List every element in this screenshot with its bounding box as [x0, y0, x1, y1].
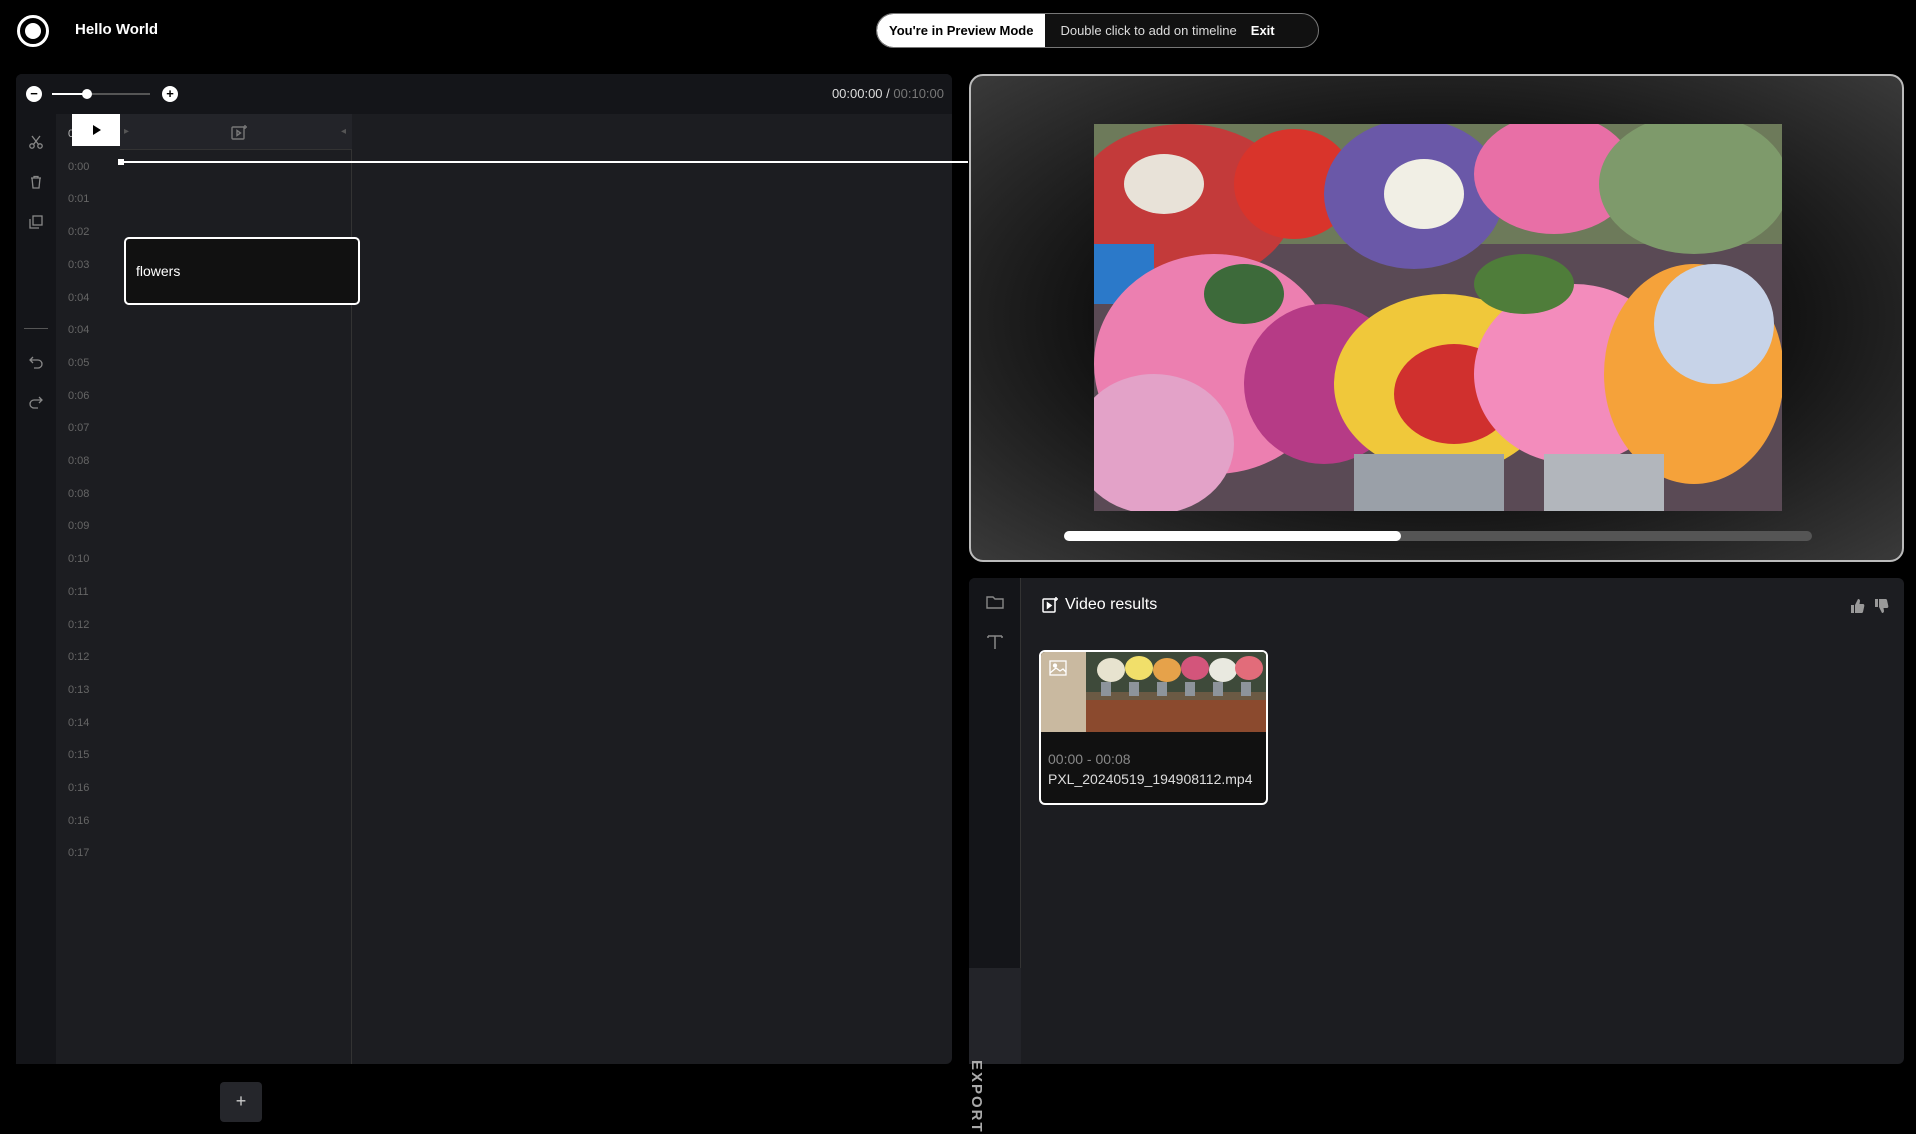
ruler-tick: 0:16 [68, 814, 90, 827]
ruler-tick: 0:12 [68, 651, 90, 664]
ruler-tick: 0:12 [68, 618, 90, 631]
result-thumbnail [1041, 652, 1266, 732]
ruler-tick: 0:13 [68, 683, 90, 696]
redo-icon[interactable] [28, 394, 44, 410]
preview-mode-label: You're in Preview Mode [877, 14, 1046, 47]
ruler-tick: 0:01 [68, 193, 90, 206]
zoom-slider[interactable] [52, 89, 150, 99]
result-filename: PXL_20240519_194908112.mp4 [1048, 771, 1253, 787]
track-header: ▸ ◂ [120, 114, 352, 150]
current-time: 00:00:00 [831, 86, 883, 101]
image-icon [1049, 660, 1067, 676]
scissors-icon[interactable] [28, 134, 44, 150]
time-separator: / [882, 86, 894, 101]
ruler-tick: 0:04 [68, 324, 90, 337]
video-results-icon [1042, 597, 1058, 613]
playhead-line[interactable] [120, 161, 968, 163]
top-bar: Hello World You're in Preview Mode Doubl… [0, 0, 1916, 60]
timeline-toolbar: − + 00:00:00 / 00:10:00 [16, 74, 952, 114]
logo-icon[interactable] [17, 15, 49, 47]
duplicate-icon[interactable] [28, 214, 44, 230]
results-sidebar: EXPORT [968, 578, 1021, 1134]
ruler-tick: 0:10 [68, 553, 90, 566]
playhead-handle[interactable] [118, 159, 124, 165]
ruler-tick: 0:09 [68, 520, 90, 533]
thumbs-up-icon[interactable] [1849, 598, 1865, 614]
result-time-range: 00:00 - 00:08 [1048, 751, 1131, 767]
results-panel: EXPORT Video results 00:00 - 00:08 PXL_2… [968, 578, 1904, 1134]
zoom-out-button[interactable]: − [26, 86, 42, 102]
ruler-tick: 0:08 [68, 455, 90, 467]
ruler-tick: 0:03 [68, 258, 90, 271]
results-title-text: Video results [1065, 596, 1158, 613]
timeline-clip[interactable]: flowers [124, 237, 360, 305]
undo-icon[interactable] [28, 354, 44, 370]
thumbs-down-icon[interactable] [1873, 598, 1889, 614]
ruler-tick: 0:14 [68, 716, 90, 729]
playback-progress-fill [1064, 531, 1401, 541]
video-add-icon[interactable] [230, 124, 248, 142]
ruler-tick: 0:08 [68, 487, 90, 500]
ruler-tick: 0:17 [68, 847, 90, 860]
time-ruler[interactable]: 0:000:000:010:020:030:040:040:050:060:07… [56, 114, 100, 1064]
ruler-tick: 0:00 [68, 160, 90, 173]
exit-preview-button[interactable]: Exit [1251, 23, 1285, 38]
chevron-left-icon[interactable]: ◂ [341, 126, 346, 137]
video-preview-player[interactable] [969, 74, 1904, 562]
timeline-tools [16, 114, 56, 1064]
chevron-right-icon[interactable]: ▸ [124, 126, 129, 137]
tool-divider [24, 328, 48, 329]
ruler-tick: 0:07 [68, 422, 90, 435]
ruler-tick: 0:02 [68, 226, 90, 239]
trash-icon[interactable] [28, 174, 44, 190]
total-time: 00:10:00 [893, 86, 944, 101]
preview-mode-banner: You're in Preview Mode Double click to a… [876, 13, 1319, 48]
playback-progress-bar[interactable] [1064, 531, 1812, 541]
ruler-tick: 0:05 [68, 356, 90, 369]
play-button[interactable] [72, 114, 120, 146]
zoom-in-button[interactable]: + [162, 86, 178, 102]
timeline-panel: − + 00:00:00 / 00:10:00 0:000:000:010:02… [16, 74, 968, 1122]
ruler-tick: 0:15 [68, 749, 90, 762]
video-result-card[interactable]: 00:00 - 00:08 PXL_20240519_194908112.mp4 [1039, 650, 1268, 805]
add-track-button[interactable]: + [220, 1082, 262, 1122]
export-label: EXPORT [968, 1060, 985, 1134]
project-title[interactable]: Hello World [75, 21, 158, 38]
zoom-slider-handle[interactable] [82, 89, 93, 99]
results-title: Video results [1041, 596, 1157, 614]
ruler-tick: 0:04 [68, 291, 90, 304]
time-readout: 00:00:00 / 00:10:00 [832, 86, 944, 101]
ruler-tick: 0:06 [68, 389, 90, 402]
ruler-tick: 0:16 [68, 782, 90, 794]
flowers-video-image [1094, 124, 1782, 511]
folder-icon[interactable] [985, 592, 1005, 612]
text-icon[interactable] [985, 632, 1005, 652]
preview-hint-text: Double click to add on timeline [1060, 23, 1237, 38]
export-button[interactable]: EXPORT [968, 968, 1021, 1134]
video-frame[interactable] [1094, 124, 1782, 511]
ruler-tick: 0:11 [68, 585, 89, 598]
